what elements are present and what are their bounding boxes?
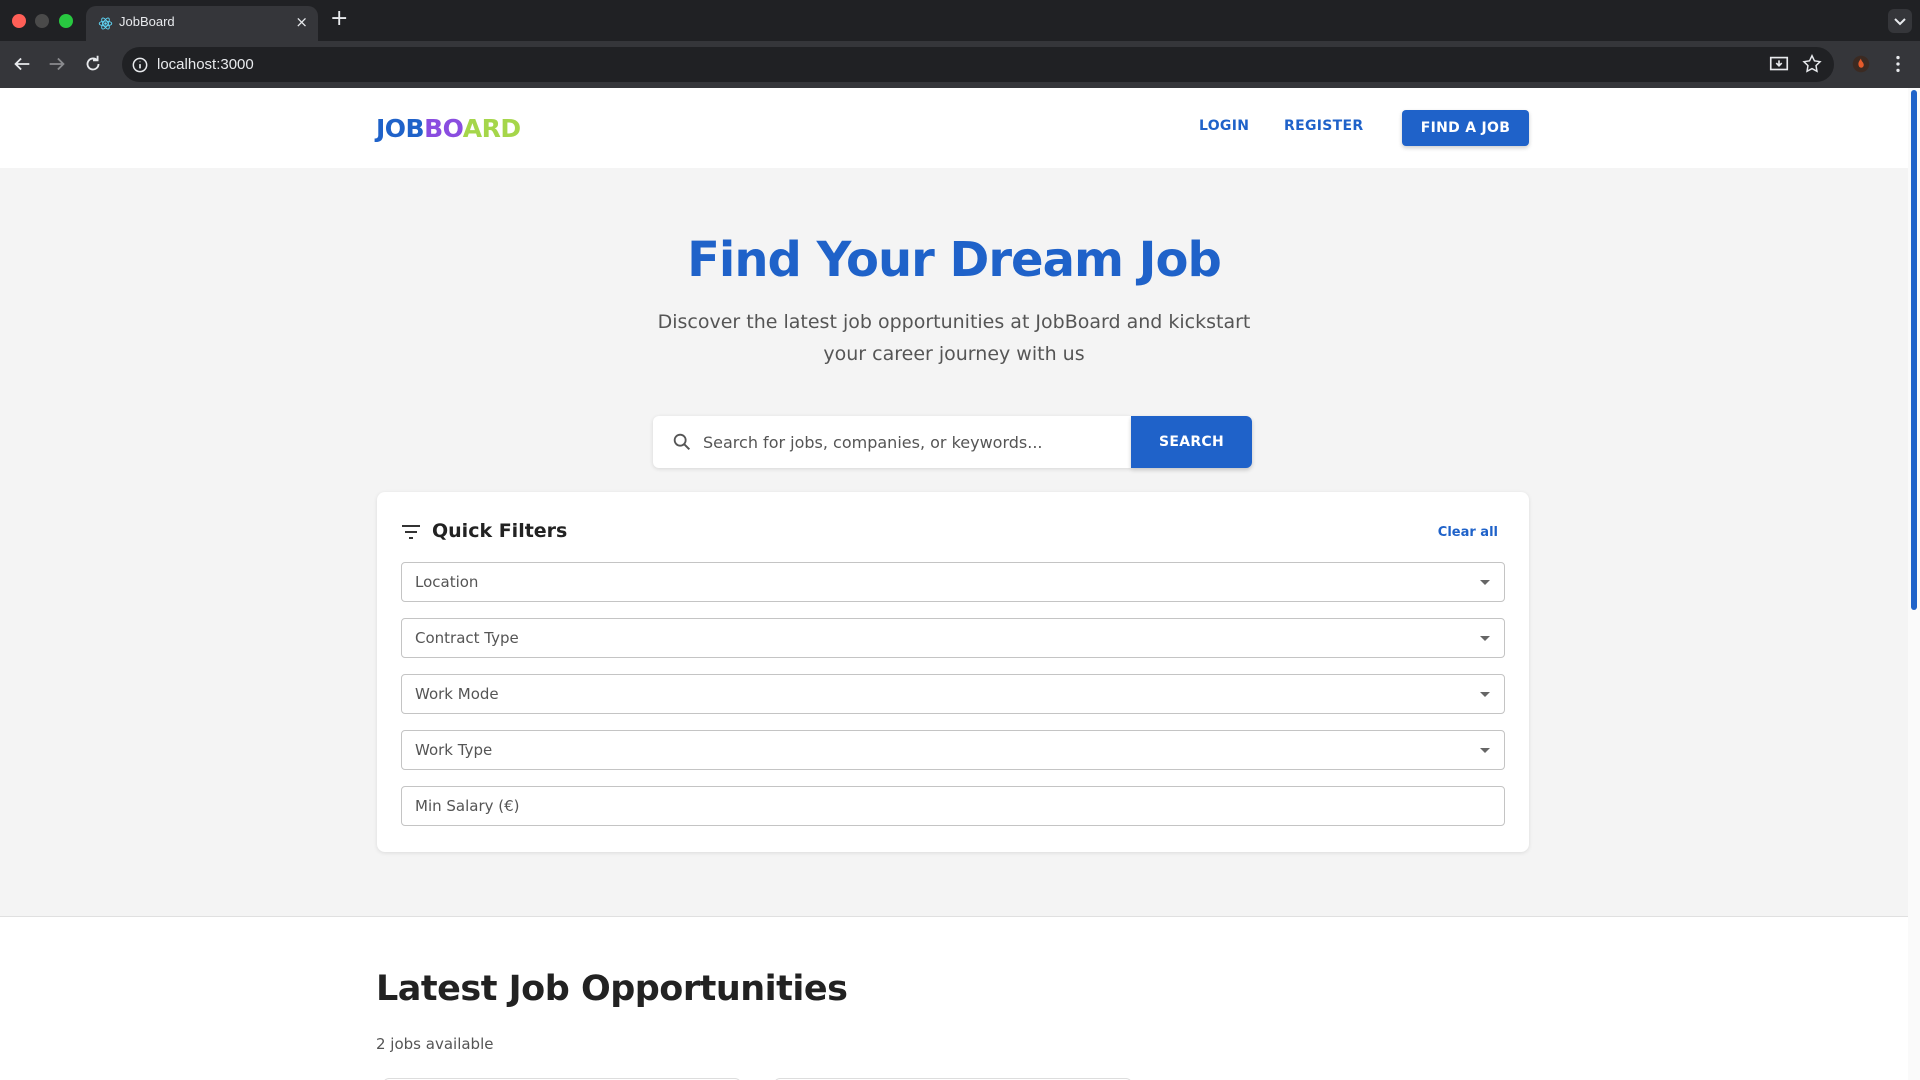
login-link[interactable]: LOGIN: [1199, 118, 1249, 134]
tab-search-button[interactable]: [1888, 9, 1912, 33]
chevron-down-icon: [1894, 18, 1906, 26]
hero-title: Find Your Dream Job: [687, 232, 1222, 288]
page-viewport: JOBBOARD LOGIN REGISTER FIND A JOB Find …: [0, 88, 1908, 1080]
chevron-down-icon: [1480, 580, 1490, 585]
kebab-menu-icon[interactable]: [1887, 53, 1909, 75]
url-text: localhost:3000: [157, 56, 254, 73]
reload-icon[interactable]: [82, 53, 104, 75]
find-a-job-button[interactable]: FIND A JOB: [1402, 110, 1529, 146]
forward-icon[interactable]: [46, 53, 68, 75]
star-icon[interactable]: [1801, 53, 1823, 75]
location-select[interactable]: Location: [401, 562, 1505, 602]
min-salary-field[interactable]: Min Salary (€): [401, 786, 1505, 826]
field-label: Min Salary (€): [415, 797, 520, 815]
minimize-window-button[interactable]: [35, 14, 49, 28]
close-window-button[interactable]: [12, 14, 26, 28]
back-icon[interactable]: [11, 53, 33, 75]
chevron-down-icon: [1480, 692, 1490, 697]
profile-icon[interactable]: [1850, 53, 1872, 75]
react-favicon-icon: [98, 17, 113, 30]
scrollbar-thumb[interactable]: [1911, 90, 1917, 610]
work-type-select[interactable]: Work Type: [401, 730, 1505, 770]
filter-icon: [402, 525, 420, 539]
tab-title: JobBoard: [119, 14, 175, 29]
chevron-down-icon: [1480, 636, 1490, 641]
address-bar[interactable]: localhost:3000: [122, 47, 1834, 82]
hero-subtitle: Discover the latest job opportunities at…: [657, 311, 1251, 365]
chevron-down-icon: [1480, 748, 1490, 753]
clear-all-button[interactable]: Clear all: [1438, 525, 1498, 540]
search-icon: [673, 433, 691, 451]
jobs-section-title: Latest Job Opportunities: [376, 969, 848, 1009]
tab-close-icon[interactable]: ×: [295, 13, 308, 31]
site-header: JOBBOARD LOGIN REGISTER FIND A JOB: [0, 88, 1908, 168]
browser-tab[interactable]: JobBoard ×: [86, 6, 318, 41]
register-link[interactable]: REGISTER: [1284, 118, 1363, 134]
contract-type-select[interactable]: Contract Type: [401, 618, 1505, 658]
select-label: Location: [415, 573, 479, 591]
logo-part-bo: BO: [424, 114, 463, 143]
quick-filters-card: Quick Filters Clear all Location Contrac…: [377, 492, 1529, 852]
select-label: Contract Type: [415, 629, 519, 647]
browser-toolbar: localhost:3000: [0, 41, 1920, 88]
jobs-section: Latest Job Opportunities 2 jobs availabl…: [0, 917, 1908, 1080]
new-tab-button[interactable]: +: [330, 6, 348, 31]
info-icon[interactable]: [130, 55, 150, 75]
select-label: Work Type: [415, 741, 493, 759]
install-icon[interactable]: [1768, 53, 1790, 75]
maximize-window-button[interactable]: [59, 14, 73, 28]
jobs-count: 2 jobs available: [376, 1035, 494, 1053]
search-input[interactable]: [703, 416, 1123, 468]
filters-title: Quick Filters: [432, 520, 568, 542]
jobboard-logo[interactable]: JOBBOARD: [376, 114, 521, 143]
logo-part-job: JOB: [376, 114, 425, 143]
logo-part-ard: ARD: [462, 114, 521, 143]
search-box: [653, 416, 1131, 468]
work-mode-select[interactable]: Work Mode: [401, 674, 1505, 714]
browser-tab-strip: JobBoard × +: [0, 0, 1920, 41]
select-label: Work Mode: [415, 685, 499, 703]
search-button[interactable]: SEARCH: [1131, 416, 1252, 468]
page-scrollbar[interactable]: [1908, 88, 1920, 1080]
